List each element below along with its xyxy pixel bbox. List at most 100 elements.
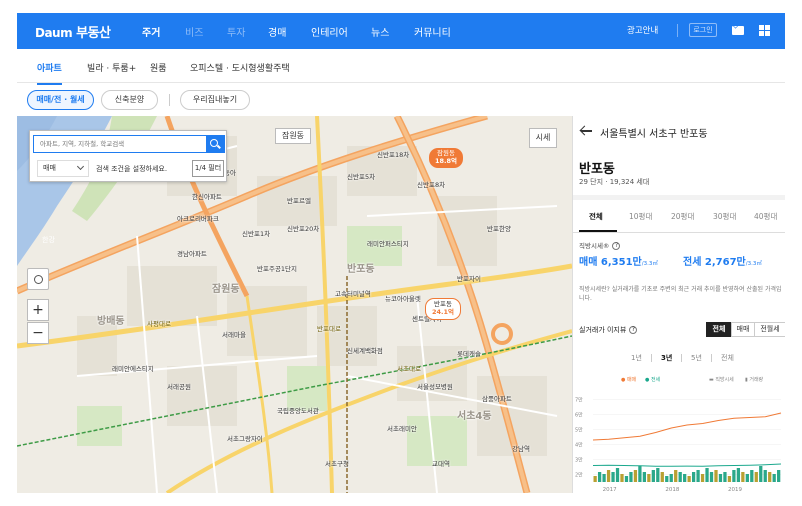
size-tab-all[interactable]: 전체 — [589, 211, 603, 222]
trade-tab-sale[interactable]: 매매 — [731, 322, 755, 337]
price-marker[interactable]: 잠원동 18.8억 — [429, 148, 464, 168]
map-label: 신반포8차 — [417, 181, 446, 189]
map-label: 신반포18차 — [377, 151, 410, 159]
nav-interior[interactable]: 인테리어 — [311, 24, 348, 39]
volume-bar — [691, 472, 696, 482]
volume-bar — [754, 472, 758, 482]
ad-info-link[interactable]: 광고안내 — [627, 24, 658, 36]
price-layer-button[interactable]: 시세 — [529, 128, 557, 148]
period-1y[interactable]: 1년 — [631, 353, 642, 363]
map-label-station: 강남역 — [512, 445, 530, 453]
period-all[interactable]: 전체 — [721, 353, 734, 363]
filter-button[interactable]: 1/4 필터 — [192, 160, 224, 177]
volume-bar — [683, 474, 687, 482]
map-label: 반포르엘 — [287, 197, 311, 205]
map-label-road: 서초대로 — [397, 365, 421, 373]
volume-bar — [642, 472, 647, 482]
mail-icon[interactable] — [732, 26, 744, 35]
sale-value: 6,351만 — [600, 257, 642, 268]
subnav-officetel[interactable]: 오피스텔 · 도시형생활주택 — [190, 61, 290, 74]
tab-underline — [573, 232, 785, 233]
price-marker[interactable]: 반포동 24.1억 — [425, 298, 462, 320]
map-label: 신반포5차 — [347, 173, 376, 181]
volume-bar — [602, 474, 606, 482]
sale-price: 매매 6,351만/3.3㎡ — [579, 253, 658, 268]
map-label: 서초그랑자이 — [227, 435, 263, 443]
volume-bar — [638, 466, 642, 482]
deal-type-pill[interactable]: 매매/전 · 월세 — [27, 90, 94, 110]
volume-bar — [772, 474, 776, 482]
subnav-villa[interactable]: 빌라 · 투룸+ — [87, 61, 136, 74]
map-label: 서초래미안 — [387, 425, 417, 433]
nav-news[interactable]: 뉴스 — [371, 24, 389, 39]
grid-icon[interactable] — [759, 25, 770, 36]
map-label: 신세계백화점 — [347, 347, 383, 355]
volume-bar — [615, 468, 620, 482]
section-gap — [573, 195, 785, 200]
map-region-button[interactable]: 잠원동 — [275, 128, 311, 144]
nav-residence[interactable]: 주거 — [142, 24, 161, 51]
volume-bar — [674, 470, 678, 482]
jeonse-label: 전세 — [683, 257, 702, 268]
volume-bar — [597, 472, 602, 482]
sale-unit: /3.3㎡ — [641, 261, 658, 267]
price-note: 직방시세란? 실거래가를 기초로 주변의 최근 거래 추이를 반영하여 산출된 … — [579, 286, 782, 302]
volume-bar — [736, 468, 741, 482]
chevron-down-icon — [76, 162, 85, 171]
help-icon[interactable]: ? — [629, 326, 638, 334]
daum-logo[interactable]: Daum 부동산 — [35, 22, 111, 41]
trade-tab-rent[interactable]: 전월세 — [754, 322, 785, 337]
size-tab-20[interactable]: 20평대 — [671, 211, 694, 222]
map-label: 한신아파트 — [192, 193, 222, 201]
y-tick-label: 6만 — [575, 412, 583, 419]
sell-home-pill[interactable]: 우리집내놓기 — [180, 90, 250, 110]
size-tab-30[interactable]: 30평대 — [713, 211, 736, 222]
volume-bar — [611, 472, 615, 482]
presale-pill[interactable]: 신축분양 — [101, 90, 158, 110]
help-icon[interactable]: ? — [612, 242, 621, 250]
back-arrow-icon[interactable] — [581, 130, 592, 132]
subnav-oneroom[interactable]: 원룸 — [150, 61, 167, 74]
y-tick-label: 5만 — [575, 427, 583, 434]
my-location-button[interactable] — [27, 268, 49, 290]
deal-type-select[interactable]: 매매 — [37, 160, 89, 177]
volume-bar — [629, 472, 633, 482]
price-trend-chart[interactable]: 7만 6만 5만 4만 3만 2만 2017 2018 2019 — [573, 382, 785, 493]
x-tick-label: 2019 — [728, 487, 742, 493]
search-input[interactable] — [34, 136, 206, 152]
nav-invest[interactable]: 투자 — [227, 24, 245, 39]
price-label-text: 직방시세® — [579, 242, 610, 250]
map-label-road: 사평대로 — [147, 320, 171, 328]
jeonse-price: 전세 2,767만/3.3㎡ — [683, 253, 762, 268]
volume-bar — [750, 470, 754, 482]
map-label-road: 반포대로 — [317, 325, 341, 333]
volume-bar — [633, 470, 638, 482]
search-icon[interactable] — [206, 136, 224, 152]
size-tab-40[interactable]: 40평대 — [754, 211, 777, 222]
top-nav: Daum 부동산 주거 비즈 투자 경매 인테리어 뉴스 커뮤니티 광고안내 로… — [17, 13, 785, 51]
map-label: 서울성모병원 — [417, 383, 453, 391]
map-label: 아크로리버파크 — [177, 215, 219, 223]
nav-divider — [677, 24, 678, 37]
period-3y[interactable]: 3년 — [661, 353, 672, 363]
zoom-in-button[interactable]: + — [27, 299, 49, 321]
y-tick-label: 3만 — [575, 457, 583, 464]
map-label: 경남아파트 — [177, 250, 207, 258]
jeonse-unit: /3.3㎡ — [745, 261, 762, 267]
map-view[interactable]: 한강 신반포18차 신반포5차 한신아파트 잠원동아 신반포8차 신반포20차 … — [17, 116, 572, 493]
tab-active-indicator — [579, 230, 617, 232]
sale-series-line — [592, 412, 782, 441]
map-label: 신반포20차 — [287, 225, 320, 233]
nav-biz[interactable]: 비즈 — [185, 24, 203, 39]
map-label: 국립중앙도서관 — [277, 407, 319, 415]
period-5y[interactable]: 5년 — [691, 353, 702, 363]
size-tab-10[interactable]: 10평대 — [629, 211, 652, 222]
login-button[interactable]: 로그인 — [689, 23, 717, 37]
nav-community[interactable]: 커뮤니티 — [414, 24, 451, 39]
volume-bar — [714, 470, 718, 482]
volume-bar — [727, 476, 732, 482]
nav-auction[interactable]: 경매 — [268, 24, 286, 39]
trade-tab-all[interactable]: 전체 — [706, 322, 732, 337]
zoom-out-button[interactable]: − — [27, 322, 49, 344]
subnav-apartment[interactable]: 아파트 — [37, 61, 62, 85]
